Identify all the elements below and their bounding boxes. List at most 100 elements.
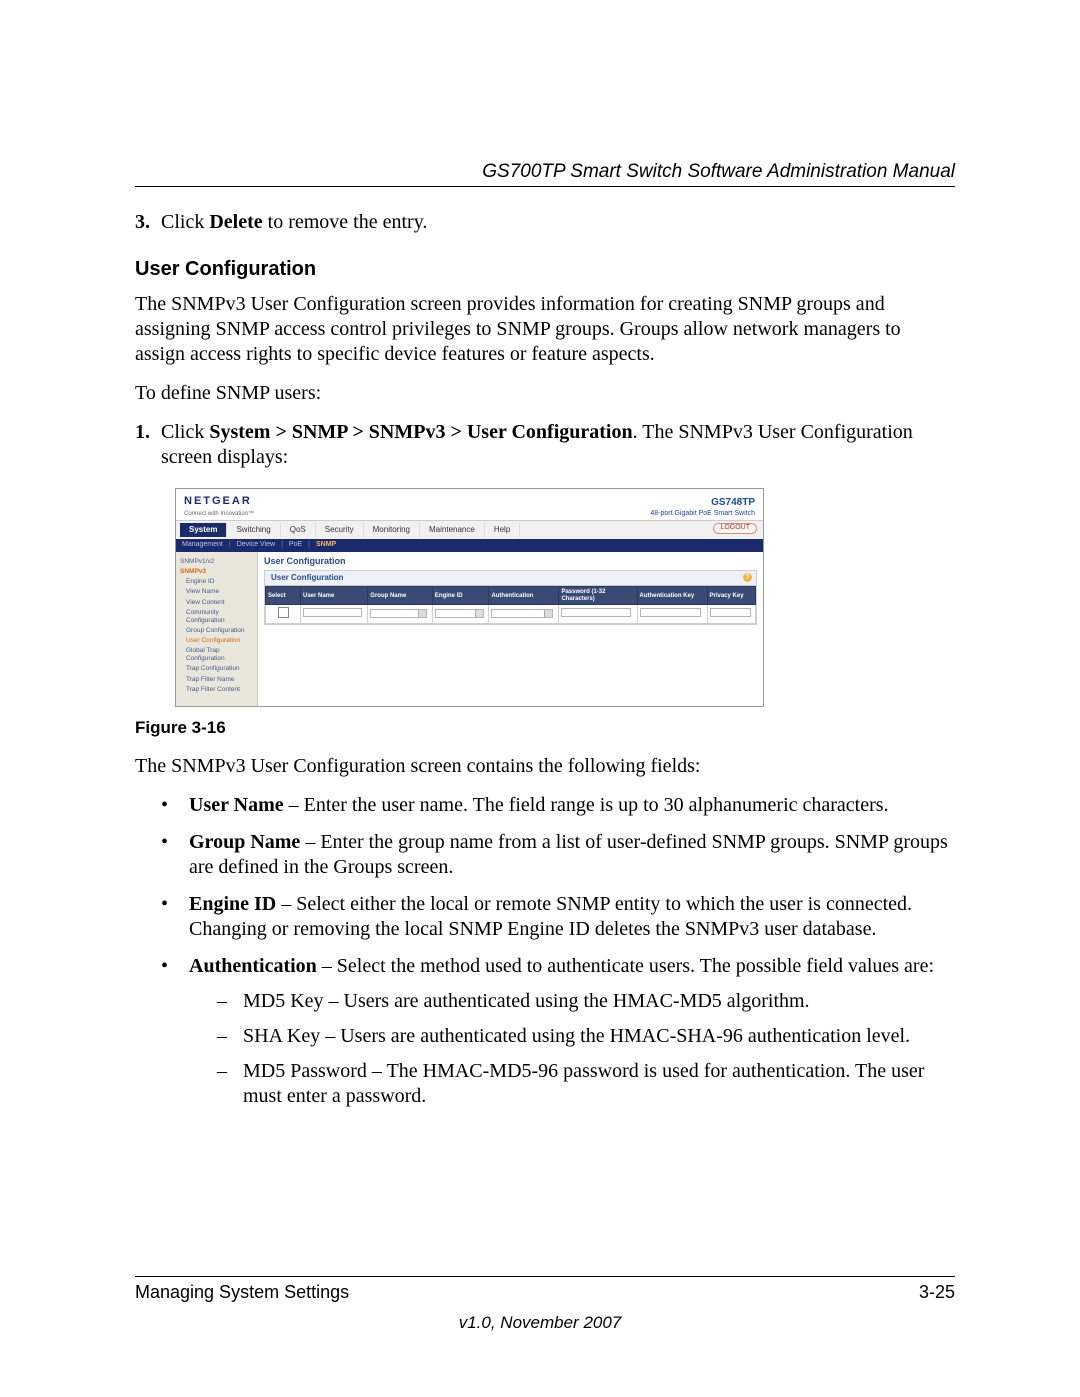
table-header-row: Select User Name Group Name Engine ID Au…: [266, 587, 756, 605]
col-group-name: Group Name: [368, 587, 433, 605]
model: GS748TP 48-port Gigabit PoE Smart Switch: [650, 497, 755, 518]
page-number: 3-25: [919, 1281, 955, 1304]
footer-row: Managing System Settings 3-25: [135, 1281, 955, 1304]
footer-section: Managing System Settings: [135, 1281, 349, 1304]
col-select: Select: [266, 587, 301, 605]
sidebar-section-snmpv12[interactable]: SNMPv1/v2: [180, 558, 255, 566]
dash-sha-key: SHA Key – Users are authenticated using …: [217, 1024, 955, 1049]
field-label: Engine ID: [189, 893, 276, 915]
main-panel: User Configuration User Configuration ? …: [258, 552, 763, 706]
page-body: 3. Click Delete to remove the entry. Use…: [135, 210, 955, 1109]
model-number: GS748TP: [650, 497, 755, 510]
password-input[interactable]: [561, 608, 630, 617]
dash-md5-password: MD5 Password – The HMAC-MD5-96 password …: [217, 1059, 955, 1109]
subtab-poe[interactable]: PoE: [289, 541, 302, 550]
sidebar-item-trap-config[interactable]: Trap Configuration: [186, 665, 255, 673]
dash-md5-key: MD5 Key – Users are authenticated using …: [217, 989, 955, 1014]
col-password: Password (1-32 Characters): [559, 587, 637, 605]
authentication-select[interactable]: [491, 609, 553, 618]
field-label: User Name: [189, 794, 284, 816]
col-authentication: Authentication: [489, 587, 559, 605]
nav-path: System > SNMP > SNMPv3 > User Configurat…: [209, 421, 632, 443]
field-label: Authentication: [189, 955, 317, 977]
bullet-group-name: Group Name – Enter the group name from a…: [161, 830, 955, 880]
col-user-name: User Name: [301, 587, 368, 605]
sidebar: SNMPv1/v2 SNMPv3 Engine ID View Name Vie…: [176, 552, 258, 706]
footer-version: v1.0, November 2007: [0, 1312, 1080, 1333]
field-label: Group Name: [189, 831, 300, 853]
sidebar-item-group-config[interactable]: Group Configuration: [186, 627, 255, 635]
section-heading-user-configuration: User Configuration: [135, 257, 955, 282]
intro-paragraph: The SNMPv3 User Configuration screen pro…: [135, 292, 955, 367]
sidebar-item-engine-id[interactable]: Engine ID: [186, 578, 255, 586]
inner-panel-title: User Configuration ?: [265, 571, 756, 586]
step-text: Click Delete to remove the entry.: [161, 210, 955, 235]
sidebar-item-view-name[interactable]: View Name: [186, 588, 255, 596]
sub-tabs: Management | Device View | PoE | SNMP: [176, 539, 763, 552]
group-name-select[interactable]: [370, 609, 427, 618]
tab-security[interactable]: Security: [316, 523, 364, 537]
model-description: 48-port Gigabit PoE Smart Switch: [650, 510, 755, 519]
brand-logo-text: NETGEAR: [184, 495, 254, 509]
running-header: GS700TP Smart Switch Software Administra…: [482, 160, 955, 184]
sidebar-section-snmpv3[interactable]: SNMPv3: [180, 568, 255, 576]
sidebar-item-trap-filter-content[interactable]: Trap Filter Content: [186, 686, 255, 694]
panel-title: User Configuration: [264, 556, 757, 567]
post-figure-paragraph: The SNMPv3 User Configuration screen con…: [135, 754, 955, 779]
divider: |: [229, 541, 231, 550]
engine-id-select[interactable]: [435, 609, 484, 618]
step-text: Click System > SNMP > SNMPv3 > User Conf…: [161, 420, 955, 470]
step-3: 3. Click Delete to remove the entry.: [135, 210, 955, 235]
logout-button[interactable]: LOGOUT: [713, 523, 757, 534]
help-icon[interactable]: ?: [743, 573, 752, 582]
auth-key-input[interactable]: [640, 608, 702, 617]
tab-monitoring[interactable]: Monitoring: [364, 523, 420, 537]
privacy-key-input[interactable]: [710, 608, 751, 617]
field-desc: – Select the method used to authenticate…: [317, 955, 934, 977]
text: Click: [161, 211, 209, 233]
step-1: 1. Click System > SNMP > SNMPv3 > User C…: [135, 420, 955, 470]
step-number: 1.: [135, 420, 161, 470]
col-engine-id: Engine ID: [432, 587, 489, 605]
page: GS700TP Smart Switch Software Administra…: [0, 0, 1080, 1397]
brand: NETGEAR Connect with Innovation™: [184, 495, 254, 518]
tab-switching[interactable]: Switching: [227, 523, 280, 537]
subtab-snmp[interactable]: SNMP: [316, 541, 336, 550]
divider: |: [308, 541, 310, 550]
sidebar-item-global-trap-config[interactable]: Global Trap Configuration: [186, 647, 255, 663]
divider: |: [281, 541, 283, 550]
tab-system[interactable]: System: [180, 523, 227, 537]
subtab-management[interactable]: Management: [182, 541, 223, 550]
main-tabs: System Switching QoS Security Monitoring…: [176, 520, 763, 539]
text: to remove the entry.: [263, 211, 428, 233]
header-rule: [135, 186, 955, 187]
define-paragraph: To define SNMP users:: [135, 381, 955, 406]
screenshot-header: NETGEAR Connect with Innovation™ GS748TP…: [176, 489, 763, 520]
tab-maintenance[interactable]: Maintenance: [420, 523, 485, 537]
sidebar-item-trap-filter-name[interactable]: Trap Filter Name: [186, 676, 255, 684]
user-config-table: Select User Name Group Name Engine ID Au…: [265, 586, 756, 624]
inner-panel: User Configuration ? Select User Name Gr…: [264, 570, 757, 625]
auth-values: MD5 Key – Users are authenticated using …: [189, 989, 955, 1109]
embedded-screenshot: NETGEAR Connect with Innovation™ GS748TP…: [175, 488, 764, 707]
brand-tagline: Connect with Innovation™: [184, 511, 254, 519]
text: Click: [161, 421, 209, 443]
subtab-device-view[interactable]: Device View: [237, 541, 275, 550]
sidebar-item-user-config[interactable]: User Configuration: [186, 637, 255, 645]
bullet-user-name: User Name – Enter the user name. The fie…: [161, 793, 955, 818]
delete-label: Delete: [209, 211, 262, 233]
tab-help[interactable]: Help: [485, 523, 520, 537]
bullet-authentication: Authentication – Select the method used …: [161, 954, 955, 1109]
select-checkbox[interactable]: [278, 607, 289, 618]
col-privacy-key: Privacy Key: [707, 587, 756, 605]
tab-qos[interactable]: QoS: [281, 523, 316, 537]
col-auth-key: Authentication Key: [637, 587, 707, 605]
user-name-input[interactable]: [303, 608, 362, 617]
bullet-engine-id: Engine ID – Select either the local or r…: [161, 892, 955, 942]
step-number: 3.: [135, 210, 161, 235]
sidebar-item-community-config[interactable]: Community Configuration: [186, 609, 255, 625]
table-row: [266, 605, 756, 624]
field-desc: – Enter the group name from a list of us…: [189, 831, 948, 878]
figure-caption: Figure 3-16: [135, 717, 955, 738]
sidebar-item-view-content[interactable]: View Content: [186, 599, 255, 607]
